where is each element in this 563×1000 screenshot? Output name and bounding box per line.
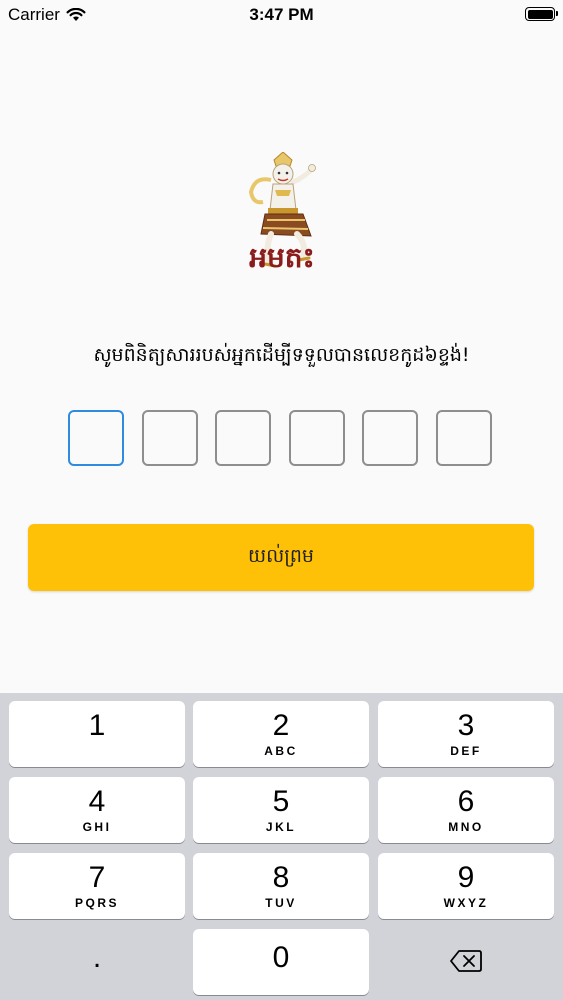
key-digit: 4	[88, 785, 106, 818]
key-digit: 5	[272, 785, 290, 818]
instruction-text: សូមពិនិត្យសាររបស់អ្នកដើម្បីទទួលបានលេខកូដ…	[93, 344, 470, 366]
key-digit: 6	[457, 785, 475, 818]
status-bar: Carrier 3:47 PM	[0, 0, 563, 30]
key-letters: DEF	[450, 744, 482, 758]
key-5[interactable]: 5 JKL	[193, 777, 369, 843]
numeric-keyboard: 1 2 ABC 3 DEF 4 GHI 5 JKL 6 MNO 7 PQRS 8…	[0, 693, 563, 1000]
key-6[interactable]: 6 MNO	[378, 777, 554, 843]
key-letters: MNO	[448, 820, 484, 834]
key-decimal[interactable]: .	[9, 929, 185, 995]
logo-text: អមតះ	[249, 241, 315, 274]
code-digit-2[interactable]	[142, 410, 198, 466]
key-8[interactable]: 8 TUV	[193, 853, 369, 919]
key-digit: 7	[88, 861, 106, 894]
key-3[interactable]: 3 DEF	[378, 701, 554, 767]
key-letters: WXYZ	[443, 896, 489, 910]
confirm-button[interactable]: យល់ព្រម	[28, 524, 534, 591]
key-4[interactable]: 4 GHI	[9, 777, 185, 843]
key-digit: 8	[272, 861, 290, 894]
key-2[interactable]: 2 ABC	[193, 701, 369, 767]
code-digit-5[interactable]	[362, 410, 418, 466]
key-1[interactable]: 1	[9, 701, 185, 767]
delete-key[interactable]	[378, 929, 554, 995]
key-0[interactable]: 0	[193, 929, 369, 995]
key-7[interactable]: 7 PQRS	[9, 853, 185, 919]
key-letters: JKL	[265, 820, 297, 834]
status-time: 3:47 PM	[249, 5, 314, 24]
key-9[interactable]: 9 WXYZ	[378, 853, 554, 919]
code-digit-6[interactable]	[436, 410, 492, 466]
key-letters: ABC	[264, 744, 298, 758]
code-digit-3[interactable]	[215, 410, 271, 466]
key-letters: GHI	[82, 820, 112, 834]
key-digit: 0	[272, 941, 290, 974]
key-digit: .	[92, 941, 102, 974]
key-digit: 9	[457, 861, 475, 894]
key-digit: 2	[272, 709, 290, 742]
key-letters: PQRS	[74, 896, 119, 910]
key-digit: 1	[88, 709, 106, 742]
key-letters: TUV	[265, 896, 297, 910]
code-digit-4[interactable]	[289, 410, 345, 466]
battery-icon	[525, 7, 558, 21]
backspace-icon	[450, 950, 482, 972]
code-digit-1[interactable]	[68, 410, 124, 466]
key-digit: 3	[457, 709, 475, 742]
